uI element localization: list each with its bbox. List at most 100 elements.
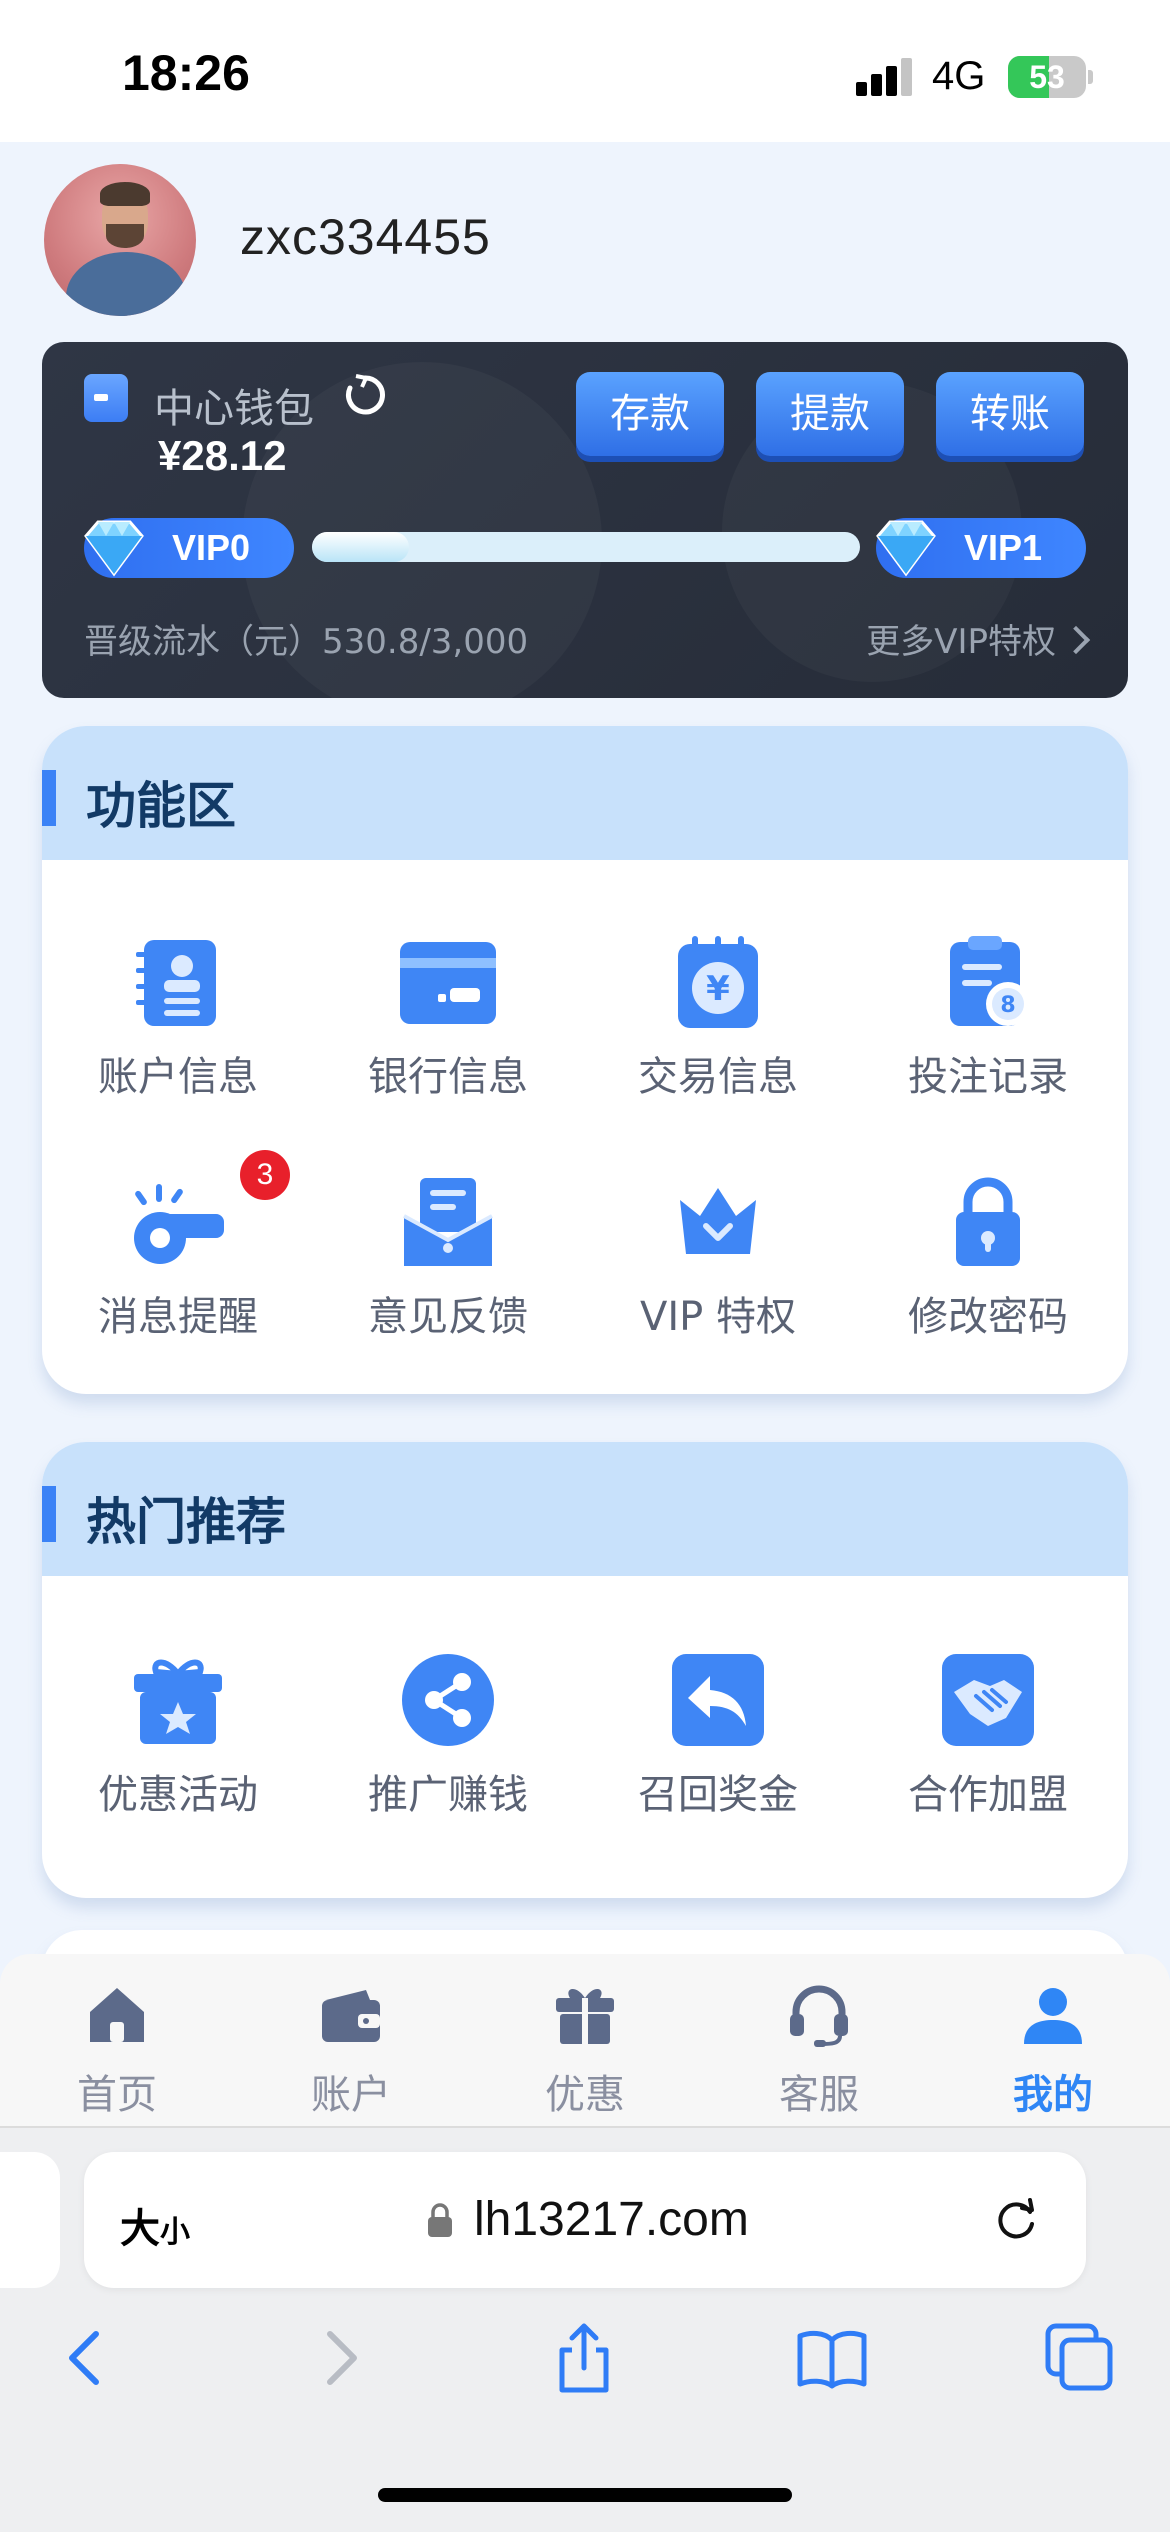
deposit-button[interactable]: 存款 (576, 372, 724, 456)
home-indicator (378, 2488, 792, 2502)
vip-current-label: VIP0 (172, 527, 251, 568)
grid-item-label: 修改密码 (908, 1294, 1068, 1340)
bet-record-item[interactable]: 8 投注记录 (868, 934, 1108, 1134)
withdraw-button[interactable]: 提款 (756, 372, 904, 456)
home-icon (90, 1988, 144, 2042)
status-bar: 18:26 4G 53 (0, 0, 1170, 142)
address-bar[interactable]: 大小 lh13217.com (84, 2152, 1086, 2288)
text-size-button[interactable]: 大小 (120, 2196, 190, 2254)
battery-icon: 53 (1008, 56, 1086, 98)
bottom-tab-bar: 首页 账户 优惠 客服 我的 (0, 1954, 1170, 2128)
signal-icon (856, 58, 912, 96)
bank-card-icon (400, 942, 496, 1024)
lock-icon (428, 2203, 452, 2237)
grid-item-label: 推广赚钱 (368, 1772, 528, 1818)
grid-item-label: 账户信息 (98, 1054, 258, 1100)
diamond-icon (876, 520, 936, 577)
reply-icon (672, 1654, 764, 1746)
wallet-card: 中心钱包 ¥28.12 存款 提款 转账 VIP0 VIP1 晋级流水（元）53… (42, 342, 1128, 698)
share-icon (402, 1654, 494, 1746)
section-title: 热门推荐 (86, 1493, 286, 1551)
grid-item-label: 投注记录 (908, 1054, 1068, 1100)
chevron-right-icon (1061, 625, 1091, 655)
tab-label: 优惠 (545, 2072, 625, 2118)
tab-support[interactable]: 客服 (702, 1974, 936, 2124)
section-title: 功能区 (86, 777, 236, 835)
tab-promotions[interactable]: 优惠 (468, 1974, 702, 2124)
tab-mine[interactable]: 我的 (936, 1974, 1170, 2124)
partnership-item[interactable]: 合作加盟 (868, 1652, 1108, 1852)
more-vip-label: 更多VIP特权 (866, 622, 1056, 662)
tab-label: 账户 (311, 2072, 391, 2118)
network-label: 4G (932, 54, 986, 98)
message-alert-item[interactable]: 3 消息提醒 (58, 1150, 298, 1374)
hot-section: 热门推荐 优惠活动 推广赚钱 召回奖金 合作加盟 (42, 1442, 1128, 1898)
tabs-icon[interactable] (1044, 2322, 1116, 2394)
referral-item[interactable]: 推广赚钱 (328, 1652, 568, 1852)
function-section: 功能区 账户信息 银行信息 ¥ 交易信息 8 投注记录 3 消息提醒 意见反馈 … (42, 726, 1128, 1394)
tab-label: 首页 (77, 2072, 157, 2118)
tab-label: 我的 (1013, 2072, 1093, 2118)
status-time: 18:26 (122, 45, 250, 101)
previous-tab-peek[interactable] (0, 2152, 60, 2288)
svg-text:¥: ¥ (706, 969, 730, 1009)
headset-icon (790, 1985, 848, 2047)
lock-icon (956, 1177, 1020, 1266)
avatar[interactable] (44, 164, 196, 316)
grid-item-label: 交易信息 (638, 1054, 798, 1100)
username: zxc334455 (240, 209, 491, 265)
grid-item-label: 银行信息 (368, 1054, 528, 1100)
wallet-card-icon (84, 374, 128, 422)
tab-home[interactable]: 首页 (0, 1974, 234, 2124)
account-info-icon (136, 940, 216, 1026)
tab-label: 客服 (779, 2072, 859, 2118)
promotion-item[interactable]: 优惠活动 (58, 1652, 298, 1852)
vip-privilege-item[interactable]: VIP 特权 (598, 1174, 838, 1374)
refresh-icon[interactable] (342, 372, 388, 418)
bet-record-icon: 8 (950, 936, 1030, 1026)
more-vip-link[interactable]: 更多VIP特权 (866, 614, 1091, 663)
grid-item-label: 意见反馈 (368, 1294, 528, 1340)
svg-text:8: 8 (1000, 993, 1015, 1018)
transaction-icon: ¥ (678, 936, 758, 1028)
diamond-icon (84, 520, 144, 577)
reload-icon[interactable] (990, 2194, 1042, 2246)
url-text: lh13217.com (474, 2193, 749, 2246)
bank-info-item[interactable]: 银行信息 (328, 934, 568, 1134)
feedback-icon (403, 1178, 493, 1266)
wallet-balance: ¥28.12 (158, 432, 287, 479)
tab-account[interactable]: 账户 (234, 1974, 468, 2124)
gift-icon (556, 1988, 614, 2044)
browser-toolbar: 大小 lh13217.com (0, 2128, 1170, 2532)
unread-badge: 3 (240, 1150, 290, 1200)
battery-percent: 53 (1029, 59, 1065, 95)
vip-progress-bar (312, 532, 860, 562)
vip-next-label: VIP1 (964, 527, 1043, 568)
bookmarks-icon[interactable] (796, 2322, 868, 2394)
account-info-item[interactable]: 账户信息 (58, 934, 298, 1134)
gift-box-icon (134, 1659, 222, 1744)
crown-icon (680, 1188, 756, 1254)
grid-item-label: 优惠活动 (98, 1772, 258, 1818)
grid-item-label: 消息提醒 (98, 1294, 258, 1340)
battery-tip (1088, 70, 1093, 84)
change-password-item[interactable]: 修改密码 (868, 1174, 1108, 1374)
wallet-title: 中心钱包 (154, 386, 314, 432)
vip-next-badge: VIP1 (876, 518, 1086, 578)
section-header: 热门推荐 (42, 1442, 1128, 1576)
handshake-icon (942, 1654, 1034, 1746)
back-icon[interactable] (50, 2322, 122, 2394)
user-icon (1024, 1988, 1082, 2044)
recall-bonus-item[interactable]: 召回奖金 (598, 1652, 838, 1852)
share-icon[interactable] (548, 2322, 620, 2394)
feedback-item[interactable]: 意见反馈 (328, 1174, 568, 1374)
vip-progress-text: 晋级流水（元）530.8/3,000 (84, 622, 529, 662)
whistle-icon (134, 1184, 224, 1264)
vip-current-badge: VIP0 (84, 518, 294, 578)
transfer-button[interactable]: 转账 (936, 372, 1084, 456)
forward-icon[interactable] (304, 2322, 376, 2394)
transaction-info-item[interactable]: ¥ 交易信息 (598, 934, 838, 1134)
grid-item-label: 召回奖金 (638, 1772, 798, 1818)
grid-item-label: VIP 特权 (640, 1294, 796, 1340)
grid-item-label: 合作加盟 (908, 1772, 1068, 1818)
